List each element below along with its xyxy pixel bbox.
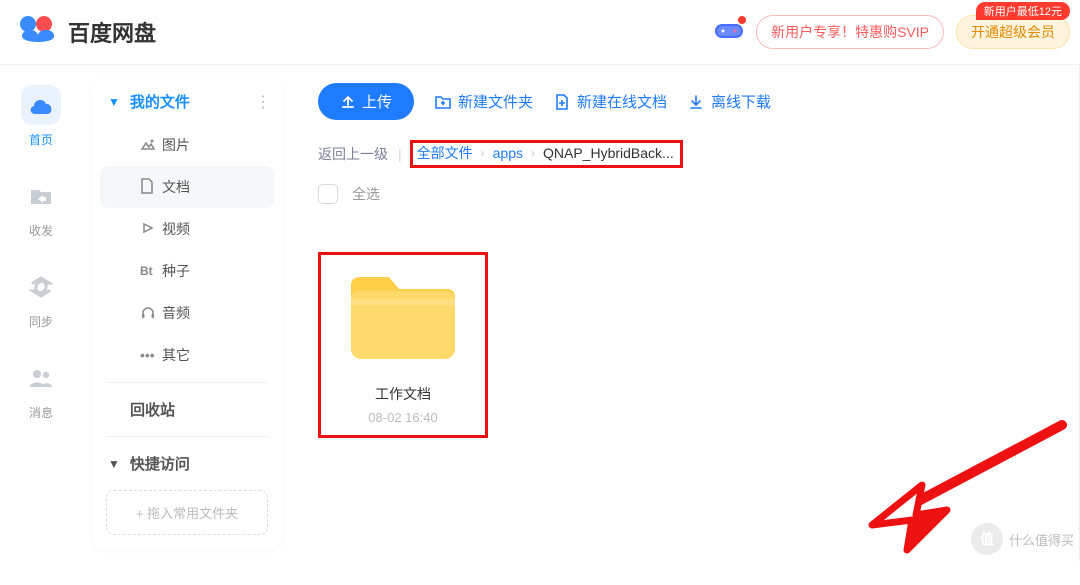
recycle-bin[interactable]: 回收站 [92,389,282,430]
header-bar: 百度网盘 新用户专享！特惠购SVIP 新用户最低12元 开通超级会员 [0,0,1080,65]
new-doc-icon [553,93,571,111]
category-label: 视频 [162,219,190,239]
breadcrumb-back[interactable]: 返回上一级 [318,144,388,164]
main-content: 上传 新建文件夹 新建在线文档 离线下载 [292,65,1080,561]
chevron-right-icon: › [531,146,535,160]
offline-label: 离线下载 [711,91,771,112]
category-label: 文档 [162,177,190,197]
new-doc-button[interactable]: 新建在线文档 [553,91,667,112]
category-bt[interactable]: Bt 种子 [100,250,274,292]
offline-download-button[interactable]: 离线下载 [687,91,771,112]
watermark: 值 什么值得买 [971,523,1074,555]
folder-item[interactable]: 工作文档 08-02 16:40 [318,252,488,438]
category-docs[interactable]: 文档 [100,166,274,208]
new-doc-label: 新建在线文档 [577,91,667,112]
category-label: 种子 [162,261,190,281]
annotation-highlight-box: 全部文件 › apps › QNAP_HybridBack... [410,140,683,168]
breadcrumb-root[interactable]: 全部文件 [417,143,473,163]
folder-name: 工作文档 [331,384,475,404]
drag-folder-hint[interactable]: + 拖入常用文件夹 [106,490,268,535]
nav-msg[interactable]: 消息 [21,358,61,421]
my-files-header[interactable]: ▼ 我的文件 ⋮ [92,79,282,124]
baidu-pan-logo-icon [18,14,58,50]
quick-access-header[interactable]: ▼ 快捷访问 [92,443,282,484]
nav-label: 消息 [29,404,53,421]
folder-share-icon [29,186,53,206]
people-icon [28,368,54,388]
category-label: 其它 [162,345,190,365]
nav-label: 收发 [29,222,53,239]
promo-badge: 新用户最低12元 [976,2,1070,20]
upload-icon [340,94,356,110]
game-icon[interactable] [714,18,744,47]
brand-logo[interactable]: 百度网盘 [18,14,156,50]
breadcrumb: 返回上一级 | 全部文件 › apps › QNAP_HybridBack... [318,140,1060,168]
category-other[interactable]: ••• 其它 [100,334,274,376]
watermark-icon: 值 [971,523,1003,555]
cloud-icon [28,95,54,115]
select-row: 全选 [318,184,1060,204]
upload-label: 上传 [362,91,392,112]
recycle-label: 回收站 [130,399,175,420]
nav-sync[interactable]: 同步 [21,267,61,330]
category-audio[interactable]: 音频 [100,292,274,334]
breadcrumb-seg-apps[interactable]: apps [493,145,523,161]
new-folder-button[interactable]: 新建文件夹 [434,91,533,112]
nav-home[interactable]: 首页 [21,85,61,148]
folder-icon [343,265,463,363]
ellipsis-icon: ••• [140,347,162,363]
my-files-title: 我的文件 [130,91,255,112]
select-all-label: 全选 [352,184,380,204]
nav-label: 首页 [29,131,53,148]
quick-access-label: 快捷访问 [130,453,190,474]
chevron-right-icon: › [481,146,485,160]
body: 首页 收发 同步 [0,65,1080,561]
more-icon[interactable]: ⋮ [255,92,272,112]
headphone-icon [140,305,162,322]
document-icon [140,178,162,197]
category-label: 图片 [162,135,190,155]
promo-svip-button[interactable]: 新用户专享！特惠购SVIP [756,15,944,49]
category-label: 音频 [162,303,190,323]
annotation-highlight-box: 工作文档 08-02 16:40 [318,252,488,438]
category-pictures[interactable]: 图片 [100,124,274,166]
breadcrumb-current: QNAP_HybridBack... [543,145,674,161]
sidebar-panel: ▼ 我的文件 ⋮ 图片 文档 视频 [82,65,292,561]
caret-down-icon: ▼ [108,457,120,471]
category-video[interactable]: 视频 [100,208,274,250]
premium-button[interactable]: 开通超级会员 [956,15,1070,49]
select-all-checkbox[interactable] [318,184,338,204]
toolbar: 上传 新建文件夹 新建在线文档 离线下载 [318,83,1060,120]
folder-date: 08-02 16:40 [331,410,475,425]
download-icon [687,93,705,111]
video-icon [140,221,162,238]
annotation-arrow [852,415,1072,585]
bt-icon: Bt [140,264,162,278]
watermark-text: 什么值得买 [1009,530,1074,549]
new-folder-label: 新建文件夹 [458,91,533,112]
nav-label: 同步 [29,313,53,330]
nav-rail: 首页 收发 同步 [0,65,82,561]
nav-inbox[interactable]: 收发 [21,176,61,239]
picture-icon [140,137,162,154]
brand-text: 百度网盘 [68,16,156,48]
new-folder-icon [434,93,452,111]
sync-icon [29,276,53,298]
caret-down-icon: ▼ [108,95,120,109]
upload-button[interactable]: 上传 [318,83,414,120]
